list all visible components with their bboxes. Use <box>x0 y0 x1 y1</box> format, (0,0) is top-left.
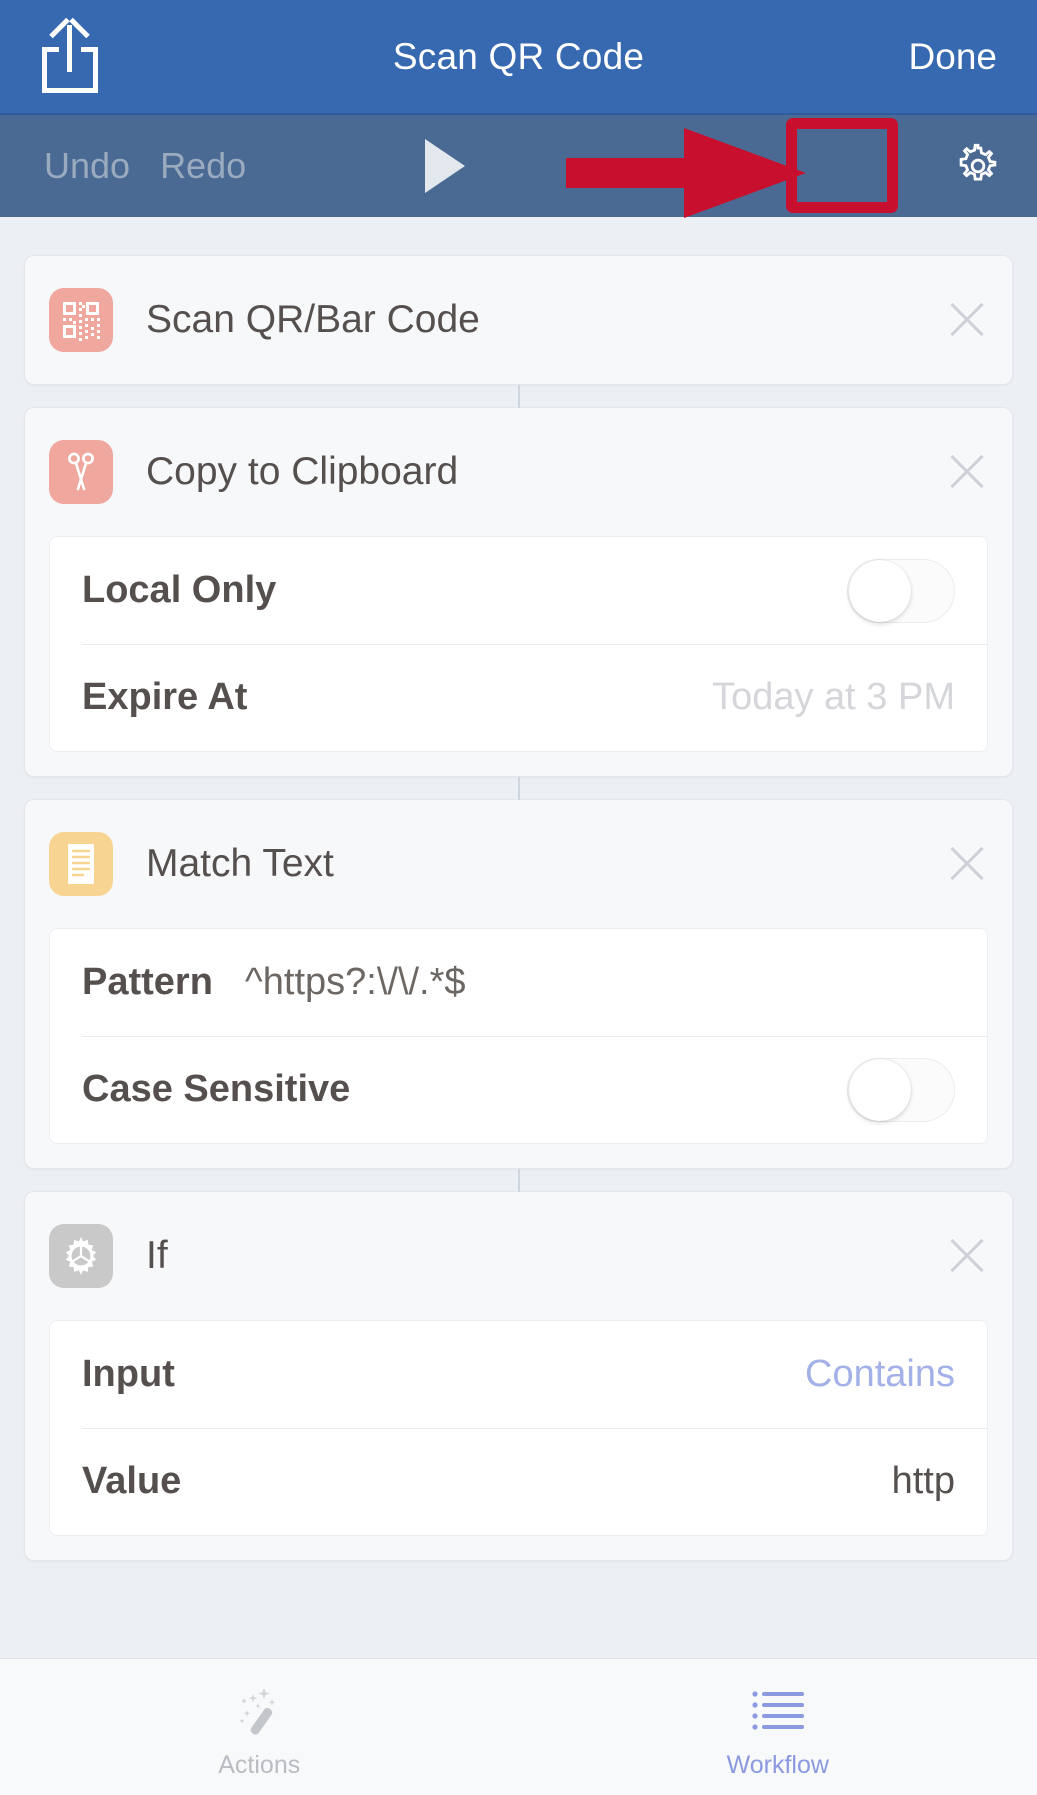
param-row-input[interactable]: Input Contains <box>50 1321 987 1428</box>
close-icon[interactable] <box>944 449 990 495</box>
scissors-icon <box>49 440 113 504</box>
done-button[interactable]: Done <box>909 36 1007 78</box>
param-row-expire-at[interactable]: Expire At Today at 3 PM <box>50 644 987 751</box>
qr-code-icon <box>49 288 113 352</box>
close-icon[interactable] <box>944 1233 990 1279</box>
action-card[interactable]: Scan QR/Bar Code <box>24 255 1013 385</box>
card-connector <box>517 385 520 408</box>
local-only-toggle[interactable] <box>847 558 955 623</box>
close-icon[interactable] <box>944 841 990 887</box>
action-title: Copy to Clipboard <box>146 450 459 493</box>
play-icon[interactable] <box>425 139 465 193</box>
value-input[interactable]: http <box>892 1460 955 1503</box>
param-row-pattern[interactable]: Pattern ^https?:\/\/.*$ <box>50 929 987 1036</box>
tab-label: Actions <box>218 1750 301 1779</box>
pattern-input[interactable]: ^https?:\/\/.*$ <box>245 961 466 1004</box>
action-card[interactable]: Copy to Clipboard Local Only Expire At T… <box>24 385 1013 777</box>
page-title: Scan QR Code <box>392 35 645 77</box>
param-label: Expire At <box>82 676 248 718</box>
tab-workflow[interactable]: Workflow <box>519 1659 1037 1795</box>
action-title: If <box>146 1234 168 1277</box>
param-row-local-only[interactable]: Local Only <box>50 537 987 644</box>
param-value: Today at 3 PM <box>712 676 955 718</box>
action-parameters: Input Contains Value http <box>49 1320 988 1536</box>
magic-wand-icon <box>231 1681 287 1743</box>
tab-label: Workflow <box>726 1750 829 1779</box>
param-row-case-sensitive[interactable]: Case Sensitive <box>50 1036 987 1143</box>
navigation-bar: Scan QR Code Done <box>0 0 1037 113</box>
param-row-value[interactable]: Value http <box>50 1428 987 1535</box>
action-card-header[interactable]: Scan QR/Bar Code <box>25 256 1012 384</box>
card-connector <box>517 777 520 800</box>
card-connector <box>517 1169 520 1192</box>
action-parameters: Pattern ^https?:\/\/.*$ Case Sensitive <box>49 928 988 1144</box>
param-label: Pattern <box>82 961 213 1003</box>
editor-toolbar: Undo Redo <box>0 113 1037 217</box>
gear-icon <box>49 1224 113 1288</box>
action-card[interactable]: Match Text Pattern ^https?:\/\/.*$ Case … <box>24 777 1013 1169</box>
settings-gear-button[interactable] <box>941 129 1015 203</box>
redo-button[interactable]: Redo <box>160 145 246 187</box>
param-label: Case Sensitive <box>82 1068 351 1110</box>
param-label: Input <box>82 1353 175 1395</box>
document-lines-icon <box>49 832 113 896</box>
param-label: Local Only <box>82 569 277 611</box>
action-card-header[interactable]: Copy to Clipboard <box>25 408 1012 536</box>
condition-select[interactable]: Contains <box>805 1353 955 1396</box>
bottom-tab-bar: Actions Workflow <box>0 1658 1037 1795</box>
list-icon <box>750 1681 806 1743</box>
app-root: Scan QR Code Done Undo Redo Scan QR/Bar … <box>0 0 1037 1795</box>
undo-button[interactable]: Undo <box>44 145 130 187</box>
action-card-header[interactable]: If <box>25 1192 1012 1320</box>
tab-actions[interactable]: Actions <box>0 1659 519 1795</box>
action-card-header[interactable]: Match Text <box>25 800 1012 928</box>
workflow-action-list[interactable]: Scan QR/Bar Code Copy to Clipboard Local… <box>0 217 1037 1658</box>
close-icon[interactable] <box>944 297 990 343</box>
case-sensitive-toggle[interactable] <box>847 1057 955 1122</box>
param-label: Value <box>82 1460 182 1502</box>
action-title: Match Text <box>146 842 334 885</box>
action-title: Scan QR/Bar Code <box>146 298 480 341</box>
action-parameters: Local Only Expire At Today at 3 PM <box>49 536 988 752</box>
action-card[interactable]: If Input Contains Value http <box>24 1169 1013 1561</box>
